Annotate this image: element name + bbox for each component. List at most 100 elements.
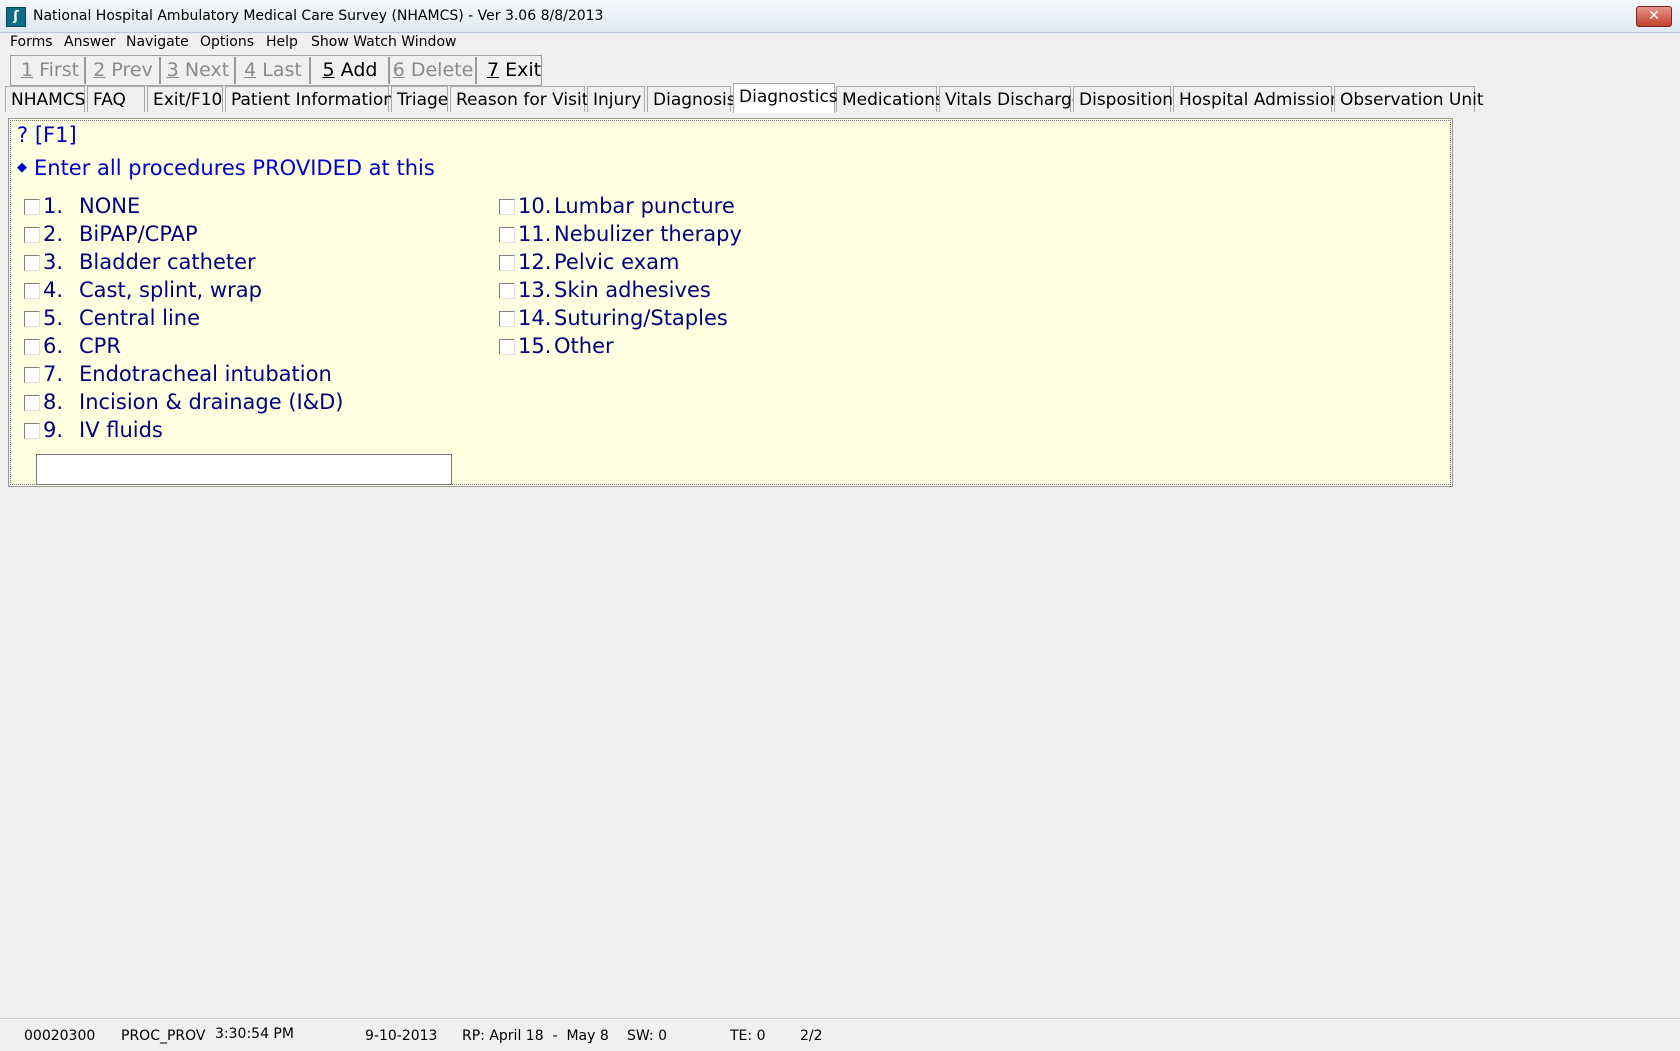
- tab-patient-information[interactable]: Patient Information: [225, 86, 394, 112]
- status-reporting-period: RP: April 18 - May 8: [462, 1028, 609, 1044]
- option-4-checkbox[interactable]: [24, 283, 40, 299]
- option-3-label: Bladder catheter: [79, 250, 256, 274]
- option-11-checkbox[interactable]: [499, 227, 515, 243]
- question-text: Enter all procedures PROVIDED at this vi…: [34, 156, 435, 180]
- exit-label: Exit: [499, 59, 542, 81]
- last-label: Last: [256, 59, 302, 81]
- prev-label: Prev: [105, 59, 153, 81]
- option-11-number: 11.: [518, 222, 552, 246]
- menu-bar: Forms Answer Navigate Options Help Show …: [0, 33, 1680, 54]
- last-button[interactable]: 4 Last: [237, 57, 311, 84]
- tab-reason-for-visit[interactable]: Reason for Visit: [450, 86, 588, 112]
- first-label: First: [33, 59, 80, 81]
- prev-button[interactable]: 2 Prev: [87, 57, 161, 84]
- option-4-label: Cast, splint, wrap: [79, 278, 262, 302]
- first-button[interactable]: 1 First: [16, 57, 86, 84]
- option-9-number: 9.: [43, 418, 64, 442]
- form-tabs: NHAMCS FAQ Exit/F10 Patient Information …: [0, 83, 1680, 113]
- tab-faq[interactable]: FAQ: [87, 86, 145, 112]
- exit-button[interactable]: 7 Exit: [478, 57, 550, 84]
- title-bar: ʃ National Hospital Ambulatory Medical C…: [0, 0, 1680, 33]
- option-14-label: Suturing/Staples: [554, 306, 728, 330]
- tab-injury[interactable]: Injury: [587, 86, 645, 112]
- window-title: National Hospital Ambulatory Medical Car…: [33, 8, 604, 24]
- question-panel: ? [F1] ◆ Enter all procedures PROVIDED at…: [8, 118, 1453, 487]
- first-key: 1: [20, 59, 34, 81]
- record-toolbar: 1 First 2 Prev 3 Next 4 Last 5 Add 6 Del…: [10, 55, 542, 86]
- option-7-label: Endotracheal intubation: [79, 362, 332, 386]
- last-key: 4: [244, 59, 257, 81]
- menu-forms[interactable]: Forms: [10, 34, 53, 50]
- option-8-number: 8.: [43, 390, 64, 414]
- option-1-label: NONE: [79, 194, 141, 218]
- option-5-label: Central line: [79, 306, 201, 330]
- option-4-number: 4.: [43, 278, 64, 302]
- option-11-label: Nebulizer therapy: [554, 222, 742, 246]
- status-time: 3:30:54 PM: [215, 1026, 294, 1042]
- option-8-checkbox[interactable]: [24, 395, 40, 411]
- tab-exit-f10[interactable]: Exit/F10: [147, 86, 223, 112]
- option-2-label: BiPAP/CPAP: [79, 222, 198, 246]
- prev-key: 2: [93, 59, 106, 81]
- panel-focus-frame: ? [F1] ◆ Enter all procedures PROVIDED at…: [10, 120, 1451, 485]
- option-15-checkbox[interactable]: [499, 339, 515, 355]
- next-button[interactable]: 3 Next: [162, 57, 236, 84]
- add-button[interactable]: 5 Add: [312, 57, 390, 84]
- next-key: 3: [166, 59, 179, 81]
- option-12-label: Pelvic exam: [554, 250, 680, 274]
- option-1-checkbox[interactable]: [24, 199, 40, 215]
- tab-disposition[interactable]: Disposition: [1073, 86, 1173, 112]
- option-13-checkbox[interactable]: [499, 283, 515, 299]
- option-1-number: 1.: [43, 194, 64, 218]
- app-icon[interactable]: ʃ: [6, 7, 26, 27]
- tab-vitals-discharge[interactable]: Vitals Discharge: [939, 86, 1082, 112]
- option-2-number: 2.: [43, 222, 64, 246]
- add-label: Add: [334, 59, 378, 81]
- menu-options[interactable]: Options: [200, 34, 254, 50]
- menu-navigate[interactable]: Navigate: [126, 34, 189, 50]
- option-6-number: 6.: [43, 334, 64, 358]
- tab-hospital-admission[interactable]: Hospital Admission: [1173, 86, 1341, 112]
- option-13-label: Skin adhesives: [554, 278, 711, 302]
- option-13-number: 13.: [518, 278, 552, 302]
- close-button[interactable]: ✕: [1636, 6, 1672, 27]
- delete-label: Delete: [404, 59, 474, 81]
- option-3-number: 3.: [43, 250, 64, 274]
- tab-diagnostics[interactable]: Diagnostics: [733, 83, 838, 113]
- option-3-checkbox[interactable]: [24, 255, 40, 271]
- delete-button[interactable]: 6 Delete: [391, 57, 477, 84]
- option-9-checkbox[interactable]: [24, 423, 40, 439]
- question-text-box: ◆ Enter all procedures PROVIDED at this v…: [17, 155, 487, 182]
- next-label: Next: [178, 59, 230, 81]
- option-10-label: Lumbar puncture: [554, 194, 735, 218]
- option-7-number: 7.: [43, 362, 64, 386]
- option-12-checkbox[interactable]: [499, 255, 515, 271]
- option-14-checkbox[interactable]: [499, 311, 515, 327]
- tab-observation-unit[interactable]: Observation Unit: [1334, 86, 1484, 112]
- option-5-checkbox[interactable]: [24, 311, 40, 327]
- status-te: TE: 0: [730, 1028, 766, 1044]
- tab-triage[interactable]: Triage: [391, 86, 448, 112]
- option-7-checkbox[interactable]: [24, 367, 40, 383]
- delete-key: 6: [392, 59, 405, 81]
- menu-help[interactable]: Help: [266, 34, 298, 50]
- option-6-checkbox[interactable]: [24, 339, 40, 355]
- tab-medications[interactable]: Medications: [836, 86, 944, 112]
- status-field-name: PROC_PROV: [121, 1028, 206, 1044]
- procedures-answer-input[interactable]: [36, 454, 452, 485]
- status-sw: SW: 0: [627, 1028, 667, 1044]
- menu-show-watch-window[interactable]: Show Watch Window: [311, 34, 456, 50]
- menu-answer[interactable]: Answer: [64, 34, 116, 50]
- option-6-label: CPR: [79, 334, 121, 358]
- option-10-checkbox[interactable]: [499, 199, 515, 215]
- option-10-number: 10.: [518, 194, 552, 218]
- help-f1-link[interactable]: ? [F1]: [17, 123, 77, 147]
- option-5-number: 5.: [43, 306, 64, 330]
- add-key: 5: [322, 59, 335, 81]
- option-15-label: Other: [554, 334, 614, 358]
- option-2-checkbox[interactable]: [24, 227, 40, 243]
- exit-key: 7: [486, 59, 500, 81]
- diamond-bullet-icon: ◆: [17, 160, 27, 175]
- tab-diagnosis[interactable]: Diagnosis: [647, 86, 736, 112]
- tab-nhamcs[interactable]: NHAMCS: [5, 86, 85, 112]
